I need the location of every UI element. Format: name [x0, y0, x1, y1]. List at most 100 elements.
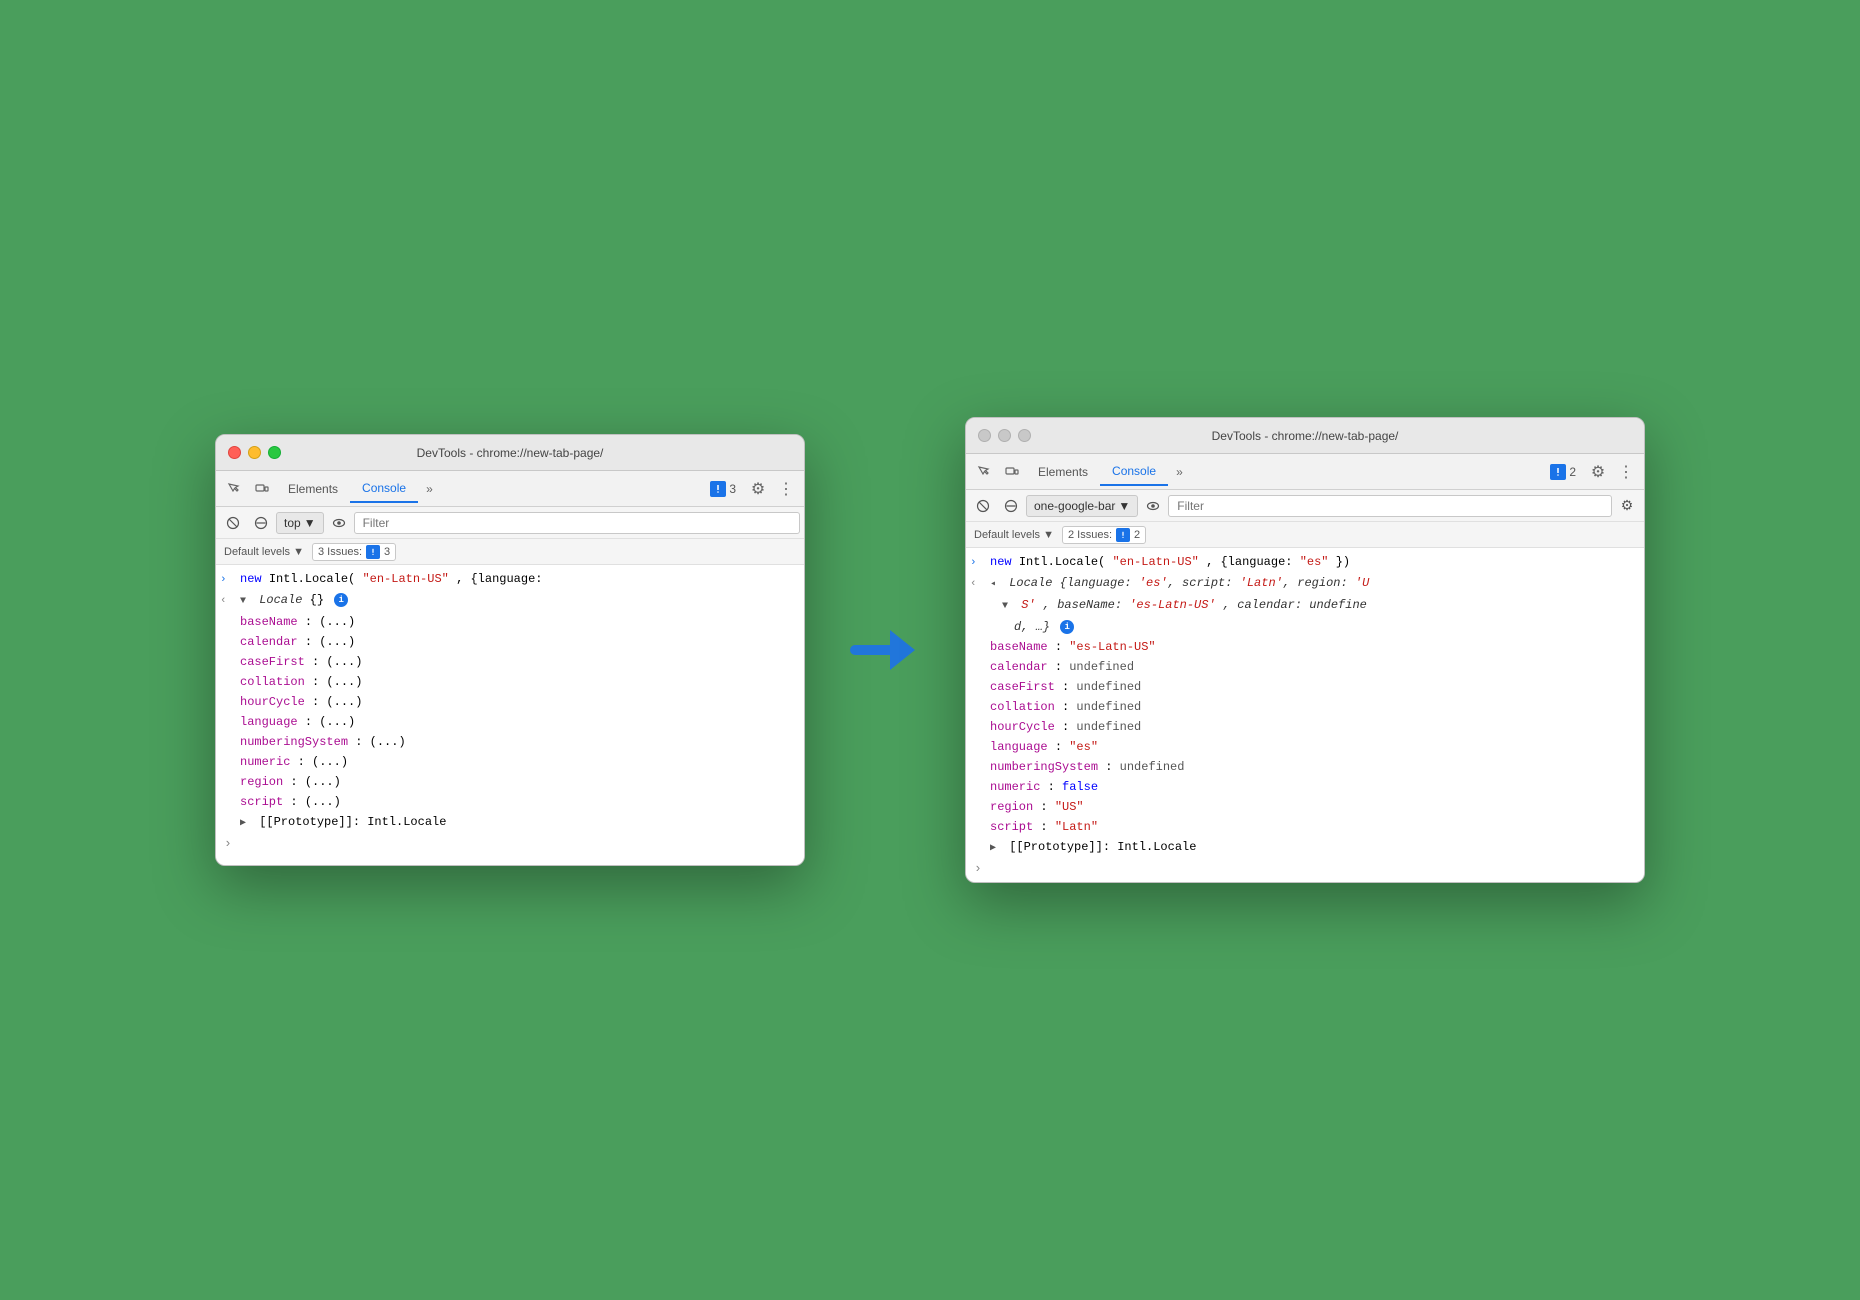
tab-elements-left[interactable]: Elements: [276, 475, 350, 503]
console-input-line-left: › new Intl.Locale( "en-Latn-US" , {langu…: [216, 569, 804, 590]
prop-numberingsystem-left: numberingSystem : (...): [216, 732, 804, 752]
issues-badge-left[interactable]: 3: [702, 477, 744, 501]
left-console-toolbar: top ▼: [216, 507, 804, 539]
right-window-title: DevTools - chrome://new-tab-page/: [1212, 429, 1399, 443]
proto-line-left: ▶ [[Prototype]]: Intl.Locale: [216, 812, 804, 834]
clear-console-button-left[interactable]: [220, 510, 246, 536]
device-icon-right[interactable]: [998, 458, 1026, 486]
prop-script-left: script : (...): [216, 792, 804, 812]
info-icon-right[interactable]: i: [1060, 620, 1074, 634]
proto-line-right: ▶ [[Prototype]]: Intl.Locale: [966, 837, 1644, 859]
eye-icon-right[interactable]: [1140, 493, 1166, 519]
tab-more-left[interactable]: »: [418, 482, 441, 496]
issues-counter-left[interactable]: 3 Issues: 3: [312, 543, 396, 561]
prop-hourcycle-right: hourCycle : undefined: [966, 717, 1644, 737]
locale-object-line-right-1: ‹ ◂ Locale {language: 'es', script: 'Lat…: [966, 573, 1644, 595]
left-window-title: DevTools - chrome://new-tab-page/: [417, 446, 604, 460]
clear-console-button-right[interactable]: [970, 493, 996, 519]
input-arrow-right: ›: [970, 553, 990, 572]
dropdown-arrow-left: ▼: [304, 516, 316, 530]
more-options-icon-left[interactable]: ⋮: [772, 475, 800, 503]
left-statusbar: Default levels ▼ 3 Issues: 3: [216, 539, 804, 565]
prop-script-right: script : "Latn": [966, 817, 1644, 837]
badge-icon-left: [710, 481, 726, 497]
traffic-lights-right: [978, 429, 1031, 442]
prop-basename-right: baseName : "es-Latn-US": [966, 637, 1644, 657]
right-statusbar: Default levels ▼ 2 Issues: 2: [966, 522, 1644, 548]
close-button-left[interactable]: [228, 446, 241, 459]
badge-count-right: 2: [1569, 465, 1576, 479]
minimize-button-left[interactable]: [248, 446, 261, 459]
right-console-toolbar: one-google-bar ▼ ⚙: [966, 490, 1644, 522]
issues-badge-icon-right: [1116, 528, 1130, 542]
output-arrow-left: ‹: [220, 591, 240, 610]
prop-numeric-right: numeric : false: [966, 777, 1644, 797]
locale-object-line-right-3: d, …} i: [966, 617, 1644, 637]
console-input-line-right: › new Intl.Locale( "en-Latn-US" , {langu…: [966, 552, 1644, 573]
tab-console-left[interactable]: Console: [350, 475, 418, 503]
left-titlebar: DevTools - chrome://new-tab-page/: [216, 435, 804, 471]
maximize-button-left[interactable]: [268, 446, 281, 459]
input-arrow-left: ›: [220, 570, 240, 589]
locale-object-line-left: ‹ ▼ Locale {} i: [216, 590, 804, 612]
prop-region-right: region : "US": [966, 797, 1644, 817]
prop-casefirst-left: caseFirst : (...): [216, 652, 804, 672]
tab-elements-right[interactable]: Elements: [1026, 458, 1100, 486]
filter-input-left[interactable]: [354, 512, 800, 534]
prop-numeric-left: numeric : (...): [216, 752, 804, 772]
console-prompt-left[interactable]: ›: [216, 834, 804, 853]
inspect-icon[interactable]: [220, 475, 248, 503]
filter-input-right[interactable]: [1168, 495, 1612, 517]
maximize-button-right[interactable]: [1018, 429, 1031, 442]
inspect-icon-right[interactable]: [970, 458, 998, 486]
tab-more-right[interactable]: »: [1168, 465, 1191, 479]
issues-badge-icon-left: [366, 545, 380, 559]
prop-casefirst-right: caseFirst : undefined: [966, 677, 1644, 697]
default-levels-left[interactable]: Default levels ▼: [224, 546, 304, 558]
default-levels-right[interactable]: Default levels ▼: [974, 529, 1054, 541]
settings-icon-right[interactable]: ⚙: [1584, 458, 1612, 486]
dropdown-arrow-right: ▼: [1118, 499, 1130, 513]
more-options-icon-right[interactable]: ⋮: [1612, 458, 1640, 486]
prohibit-button-left[interactable]: [248, 510, 274, 536]
prop-language-right: language : "es": [966, 737, 1644, 757]
badge-icon-right: [1550, 464, 1566, 480]
arrow-icon: [845, 620, 925, 680]
filter-settings-icon-right[interactable]: ⚙: [1614, 493, 1640, 519]
prop-calendar-left: calendar : (...): [216, 632, 804, 652]
prop-hourcycle-left: hourCycle : (...): [216, 692, 804, 712]
right-console-content: › new Intl.Locale( "en-Latn-US" , {langu…: [966, 548, 1644, 882]
right-tabs-bar: Elements Console » 2 ⚙ ⋮: [966, 454, 1644, 490]
prop-region-left: region : (...): [216, 772, 804, 792]
scene: DevTools - chrome://new-tab-page/ Elemen…: [215, 417, 1645, 883]
badge-count-left: 3: [729, 482, 736, 496]
prop-basename-left: baseName : (...): [216, 612, 804, 632]
issues-counter-right[interactable]: 2 Issues: 2: [1062, 526, 1146, 544]
output-arrow-right: ‹: [970, 574, 990, 593]
prohibit-button-right[interactable]: [998, 493, 1024, 519]
prop-numberingsystem-right: numberingSystem : undefined: [966, 757, 1644, 777]
tab-console-right[interactable]: Console: [1100, 458, 1168, 486]
minimize-button-right[interactable]: [998, 429, 1011, 442]
context-label-left: top: [284, 516, 301, 530]
prop-language-left: language : (...): [216, 712, 804, 732]
device-icon[interactable]: [248, 475, 276, 503]
left-devtools-window: DevTools - chrome://new-tab-page/ Elemen…: [215, 434, 805, 866]
eye-icon-left[interactable]: [326, 510, 352, 536]
settings-icon-left[interactable]: ⚙: [744, 475, 772, 503]
issues-badge-right[interactable]: 2: [1542, 460, 1584, 484]
traffic-lights-left: [228, 446, 281, 459]
close-button-right[interactable]: [978, 429, 991, 442]
left-console-content: › new Intl.Locale( "en-Latn-US" , {langu…: [216, 565, 804, 865]
console-prompt-right[interactable]: ›: [966, 859, 1644, 878]
right-titlebar: DevTools - chrome://new-tab-page/: [966, 418, 1644, 454]
locale-object-line-right-2: ▼ S' , baseName: 'es-Latn-US' , calendar…: [966, 595, 1644, 617]
context-dropdown-left[interactable]: top ▼: [276, 512, 324, 534]
context-dropdown-right[interactable]: one-google-bar ▼: [1026, 495, 1138, 517]
prop-collation-left: collation : (...): [216, 672, 804, 692]
right-devtools-window: DevTools - chrome://new-tab-page/ Elemen…: [965, 417, 1645, 883]
prop-collation-right: collation : undefined: [966, 697, 1644, 717]
prop-calendar-right: calendar : undefined: [966, 657, 1644, 677]
info-icon-left[interactable]: i: [334, 593, 348, 607]
left-tabs-bar: Elements Console » 3 ⚙ ⋮: [216, 471, 804, 507]
